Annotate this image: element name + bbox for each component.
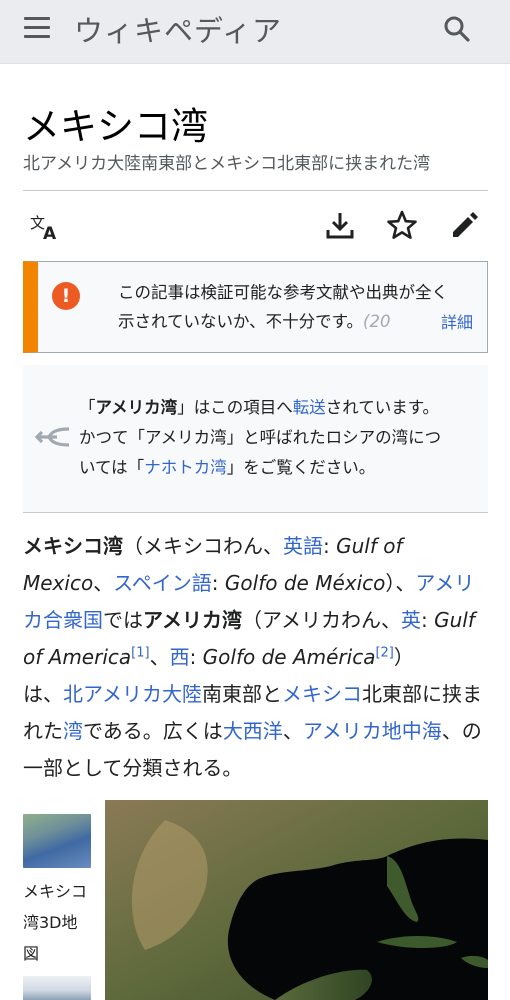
menu-icon[interactable] (24, 17, 50, 41)
north-america-link[interactable]: 北アメリカ大陸 (63, 682, 202, 706)
mexico-link[interactable]: メキシコ (282, 682, 362, 706)
english-short-link[interactable]: 英 (401, 608, 421, 632)
redirect-icon (34, 425, 71, 449)
notice-faded-text: (20 (363, 312, 391, 331)
reference-1-link[interactable]: [1] (131, 645, 149, 660)
title-divider (23, 190, 488, 191)
page-actions-bar: 文 A (0, 204, 510, 252)
page-subtitle: 北アメリカ大陸南東部とメキシコ北東部に挟まれた湾 (23, 154, 431, 174)
site-title[interactable]: ウィキペディア (74, 8, 282, 50)
nakhodka-bay-link[interactable]: ナホトカ湾 (144, 458, 227, 477)
exclamation-icon: ! (52, 282, 80, 310)
bay-link[interactable]: 湾 (63, 719, 83, 743)
atlantic-link[interactable]: 大西洋 (223, 719, 283, 743)
download-icon[interactable] (323, 208, 357, 242)
image-gallery: メキシコ湾3D地図 (23, 800, 488, 1000)
notice-details-link[interactable]: 詳細 (418, 309, 473, 333)
search-icon[interactable] (442, 14, 472, 44)
page-title: メキシコ湾 (23, 105, 208, 148)
lead-paragraph: メキシコ湾（メキシコわん、英語: Gulf of Mexico、スペイン語: G… (23, 534, 482, 780)
language-icon[interactable]: 文 A (28, 208, 62, 244)
redirect-hatnote: 「アメリカ湾」はこの項目へ転送されています。 かつて「アメリカ湾」と呼ばれたロシ… (23, 365, 488, 513)
hatnote-text: 「アメリカ湾」はこの項目へ転送されています。 かつて「アメリカ湾」と呼ばれたロシ… (79, 398, 442, 477)
svg-text:A: A (43, 224, 57, 242)
english-link[interactable]: 英語 (283, 534, 323, 558)
gulf-3d-map-thumbnail[interactable] (23, 814, 91, 868)
edit-icon[interactable] (447, 208, 481, 242)
thumbnail-caption: メキシコ湾3D地図 (23, 882, 88, 963)
satellite-map-image[interactable] (105, 800, 488, 1000)
spanish-short-link[interactable]: 西 (170, 645, 190, 669)
reference-2-link[interactable]: [2] (375, 645, 393, 660)
second-thumbnail[interactable] (23, 976, 91, 1000)
header-bar: ウィキペディア (0, 0, 510, 64)
spanish-link[interactable]: スペイン語 (113, 571, 212, 595)
redirect-link[interactable]: 転送 (293, 398, 326, 417)
maintenance-notice[interactable]: ! この記事は検証可能な参考文献や出典が全く 示されていないか、不十分です。(2… (23, 261, 488, 353)
star-icon[interactable] (385, 208, 419, 242)
american-mediterranean-link[interactable]: アメリカ地中海 (303, 719, 442, 743)
